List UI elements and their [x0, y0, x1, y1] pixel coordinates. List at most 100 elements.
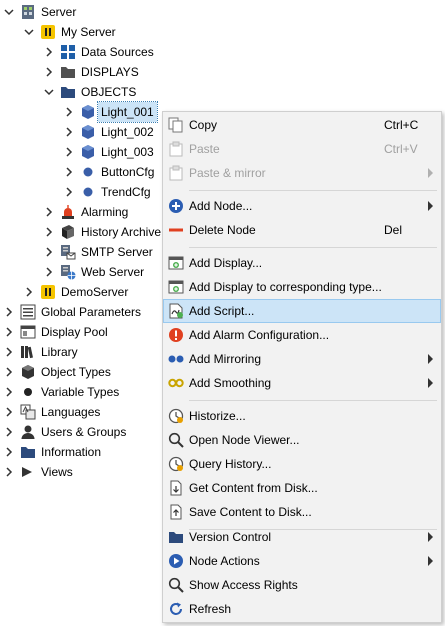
menu-item-label: Refresh: [189, 602, 232, 616]
menu-item-delete-node[interactable]: Delete Node Del: [164, 219, 440, 241]
tree-item-server[interactable]: Server: [4, 2, 76, 22]
chevron-right-icon[interactable]: [4, 347, 14, 357]
tree-item-label: Global Parameters: [41, 305, 142, 319]
submenu-arrow-icon: [428, 378, 433, 388]
tree-item-views[interactable]: Views: [4, 462, 73, 482]
menu-item-historize[interactable]: Historize...: [164, 405, 440, 427]
menu-item-label: Add Display to corresponding type...: [189, 280, 382, 294]
submenu-arrow-icon: [428, 168, 433, 178]
chevron-right-icon[interactable]: [44, 207, 54, 217]
menu-separator: [189, 400, 437, 401]
tree-item-objects[interactable]: OBJECTS: [44, 82, 136, 102]
menu-item-version-control[interactable]: Version Control: [164, 526, 440, 548]
tree-item-global-parameters[interactable]: Global Parameters: [4, 302, 141, 322]
chevron-right-icon[interactable]: [44, 227, 54, 237]
chevron-right-icon[interactable]: [44, 47, 54, 57]
menu-item-add-display[interactable]: Add Display...: [164, 252, 440, 274]
menu-item-label: Query History...: [189, 457, 272, 471]
chevron-down-icon[interactable]: [24, 27, 34, 37]
tree-item-label: TrendCfg: [101, 185, 151, 199]
tree-item-buttoncfg[interactable]: ButtonCfg: [64, 162, 154, 182]
tree-item-label: DISPLAYS: [81, 65, 139, 79]
menu-item-add-script[interactable]: Add Script...: [163, 299, 441, 323]
menu-item-refresh[interactable]: Refresh: [164, 598, 440, 620]
tree-item-information[interactable]: Information: [4, 442, 101, 462]
menu-item-save-content[interactable]: Save Content to Disk...: [164, 501, 440, 523]
data-sources-icon: [60, 44, 76, 60]
tree-item-label: History Archive: [81, 225, 162, 239]
menu-item-show-access-rights[interactable]: Show Access Rights: [164, 574, 440, 596]
tree-item-displays[interactable]: DISPLAYS: [44, 62, 139, 82]
chevron-right-icon[interactable]: [4, 367, 14, 377]
menu-item-paste-mirror[interactable]: Paste & mirror: [164, 162, 440, 184]
chevron-right-icon[interactable]: [4, 307, 14, 317]
tree-item-web-server[interactable]: Web Server: [44, 262, 144, 282]
tree-item-my-server[interactable]: My Server: [24, 22, 116, 42]
tree-item-variable-types[interactable]: Variable Types: [4, 382, 119, 402]
tree-item-light-001[interactable]: Light_001: [64, 101, 158, 123]
script-icon: [168, 303, 184, 319]
object-type-icon: [20, 364, 36, 380]
chevron-right-icon[interactable]: [4, 427, 14, 437]
tree-item-label: Light_001: [97, 101, 158, 123]
menu-item-add-mirroring[interactable]: Add Mirroring: [164, 348, 440, 370]
chevron-right-icon[interactable]: [4, 327, 14, 337]
menu-item-copy[interactable]: Copy Ctrl+C: [164, 114, 440, 136]
menu-item-label: Get Content from Disk...: [189, 481, 318, 495]
chevron-right-icon[interactable]: [44, 67, 54, 77]
user-icon: [20, 424, 36, 440]
tree-item-data-sources[interactable]: Data Sources: [44, 42, 154, 62]
tree-item-history-archive[interactable]: History Archive: [44, 222, 161, 242]
chevron-right-icon[interactable]: [64, 147, 74, 157]
menu-item-label: Copy: [189, 118, 218, 132]
shortcut-label: Del: [384, 223, 403, 237]
menu-item-paste[interactable]: Paste Ctrl+V: [164, 138, 440, 160]
menu-item-node-actions[interactable]: Node Actions: [164, 550, 440, 572]
smtp-server-icon: [60, 244, 76, 260]
chevron-right-icon[interactable]: [44, 267, 54, 277]
chevron-right-icon[interactable]: [64, 187, 74, 197]
tree-item-label: Alarming: [81, 205, 129, 219]
tree-item-demoserver[interactable]: DemoServer: [24, 282, 128, 302]
menu-item-add-node[interactable]: Add Node...: [164, 195, 440, 217]
chevron-right-icon[interactable]: [4, 467, 14, 477]
tree-item-label: Light_003: [101, 145, 154, 159]
file-download-icon: [168, 480, 184, 496]
chevron-right-icon[interactable]: [4, 407, 14, 417]
menu-item-add-display-type[interactable]: Add Display to corresponding type...: [164, 276, 440, 298]
chevron-right-icon[interactable]: [64, 127, 74, 137]
chevron-down-icon[interactable]: [4, 7, 14, 17]
chevron-down-icon[interactable]: [44, 87, 54, 97]
menu-item-add-smoothing[interactable]: Add Smoothing: [164, 372, 440, 394]
tree-item-display-pool[interactable]: Display Pool: [4, 322, 108, 342]
menu-item-query-history[interactable]: Query History...: [164, 453, 440, 475]
cube-icon: [80, 124, 96, 140]
chevron-right-icon[interactable]: [4, 447, 14, 457]
tree-item-label: Views: [41, 465, 73, 479]
chevron-right-icon[interactable]: [4, 387, 14, 397]
menu-item-label: Add Alarm Configuration...: [189, 328, 330, 342]
tree-item-library[interactable]: Library: [4, 342, 78, 362]
menu-item-label: Add Mirroring: [189, 352, 262, 366]
menu-item-add-alarm[interactable]: Add Alarm Configuration...: [164, 324, 440, 346]
tree-item-label: Object Types: [41, 365, 111, 379]
tree-item-smtp-server[interactable]: SMTP Server: [44, 242, 153, 262]
chevron-right-icon[interactable]: [64, 167, 74, 177]
tree-item-label: Web Server: [81, 265, 145, 279]
web-server-icon: [60, 264, 76, 280]
tree-item-users-groups[interactable]: Users & Groups: [4, 422, 126, 442]
menu-item-get-content[interactable]: Get Content from Disk...: [164, 477, 440, 499]
tree-item-alarming[interactable]: Alarming: [44, 202, 128, 222]
chevron-right-icon[interactable]: [24, 287, 34, 297]
paste-icon: [168, 141, 184, 157]
tree-item-light-002[interactable]: Light_002: [64, 122, 154, 142]
chevron-right-icon[interactable]: [64, 107, 74, 117]
magnifier-icon: [168, 577, 184, 593]
chevron-right-icon[interactable]: [44, 247, 54, 257]
tree-item-object-types[interactable]: Object Types: [4, 362, 111, 382]
tree-item-light-003[interactable]: Light_003: [64, 142, 154, 162]
tree-item-languages[interactable]: Languages: [4, 402, 100, 422]
tree-item-trendcfg[interactable]: TrendCfg: [64, 182, 151, 202]
tree-item-label: Data Sources: [81, 45, 154, 59]
menu-item-open-node-viewer[interactable]: Open Node Viewer...: [164, 429, 440, 451]
